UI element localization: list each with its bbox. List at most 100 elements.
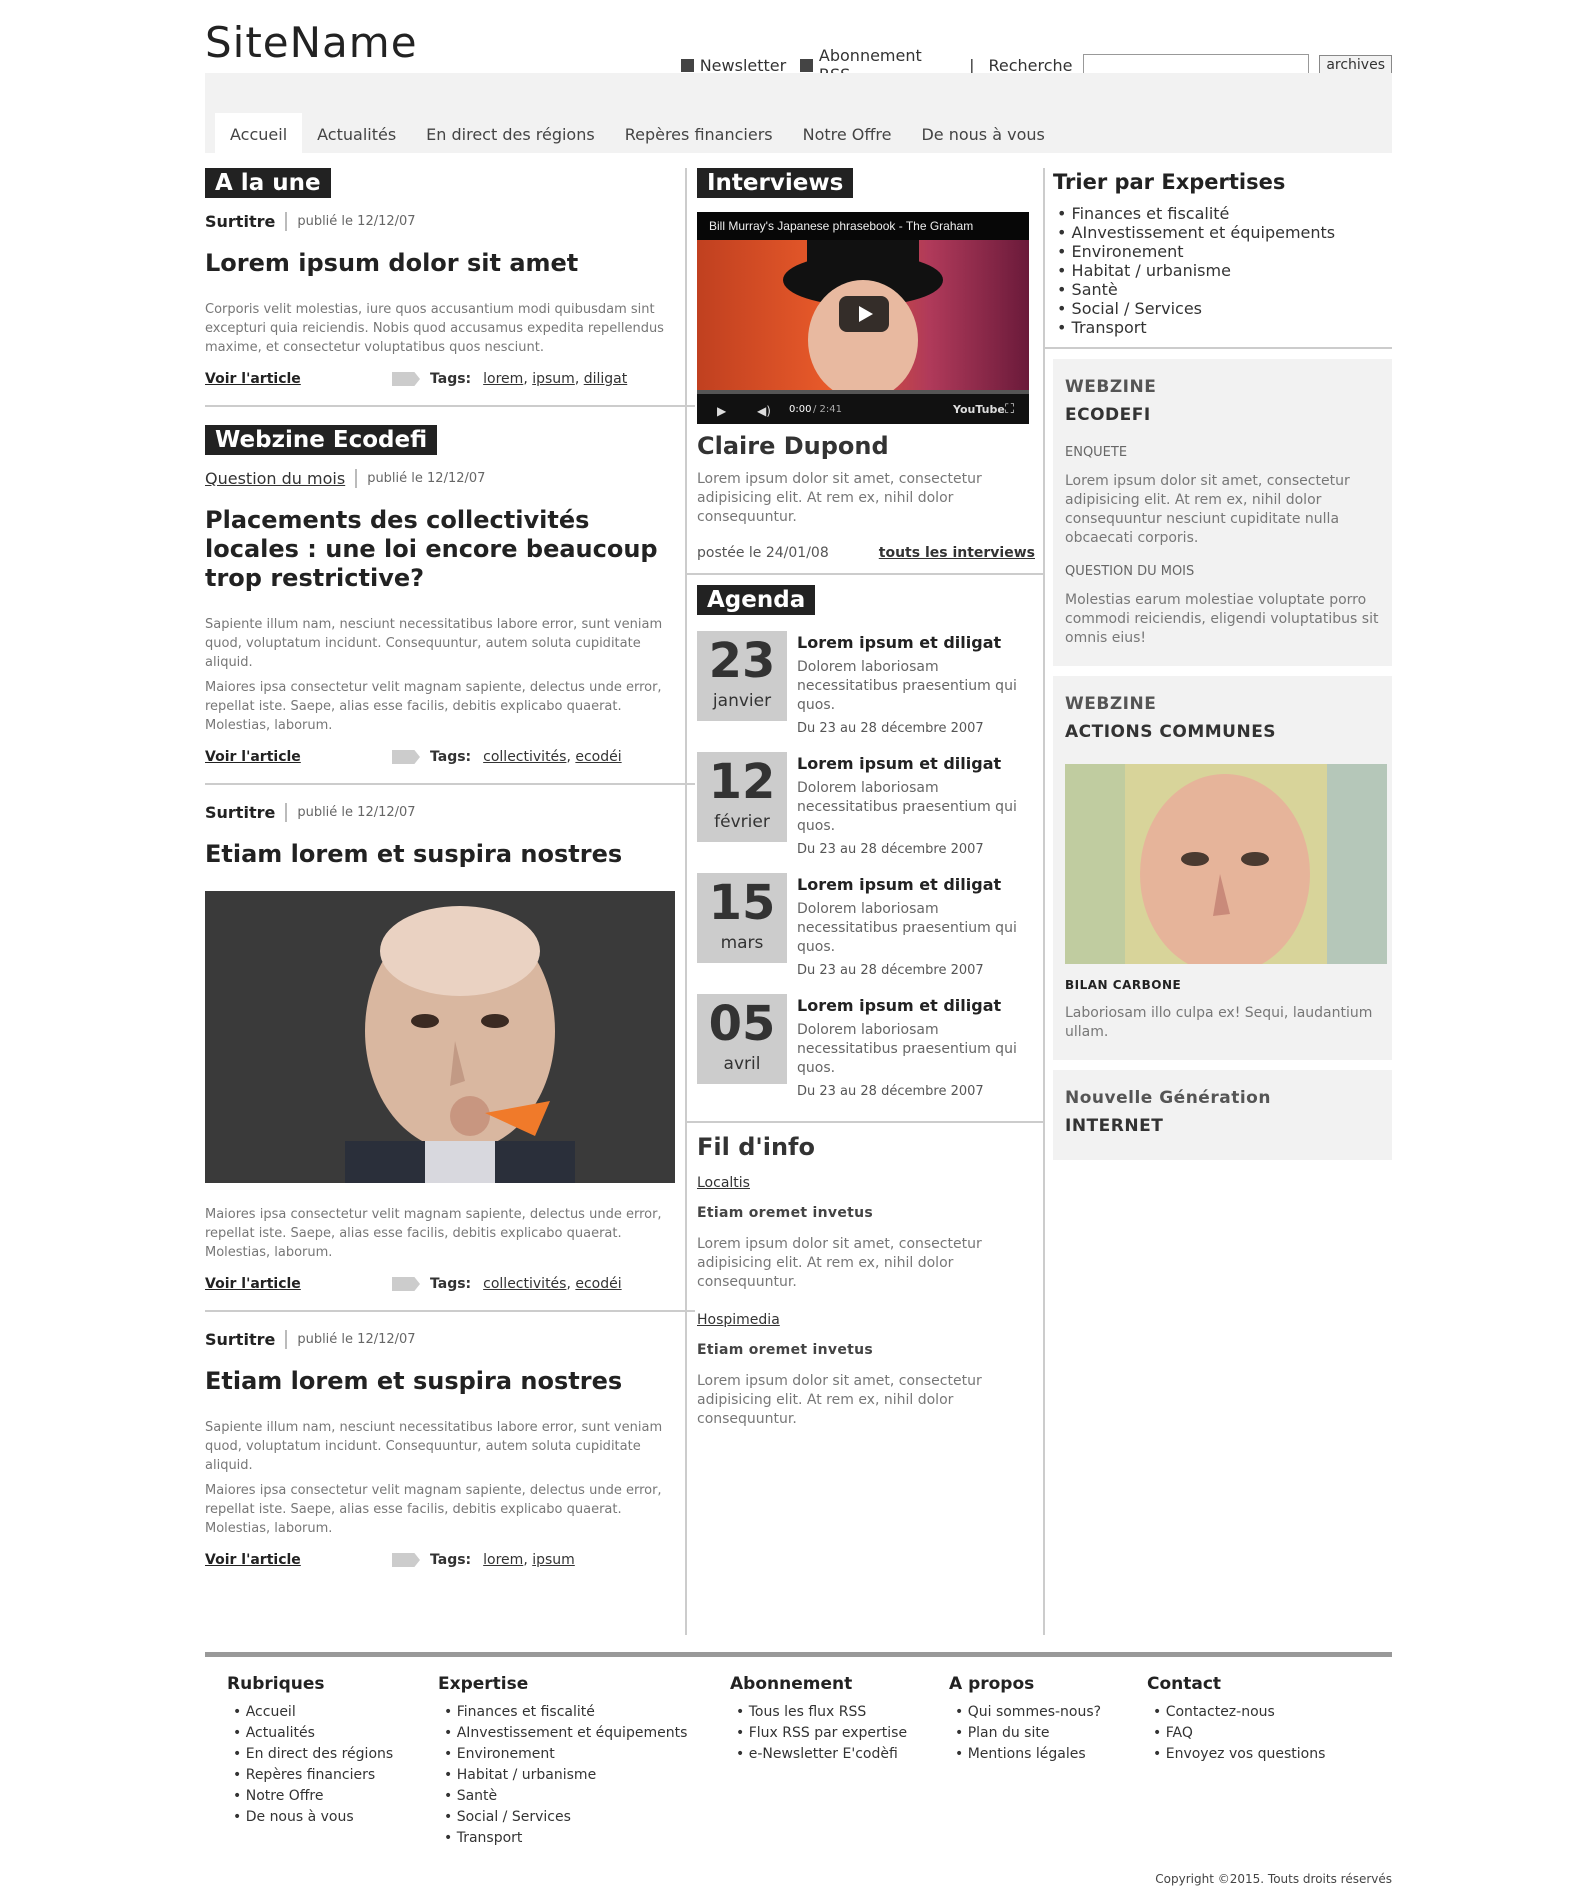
article-title[interactable]: Etiam lorem et suspira nostres <box>205 840 685 869</box>
article-title[interactable]: Lorem ipsum dolor sit amet <box>205 249 685 278</box>
archives-button[interactable]: archives <box>1319 55 1392 75</box>
expertise-item[interactable]: Social / Services <box>1057 299 1392 318</box>
box-heading[interactable]: ACTIONS COMMUNES <box>1065 718 1380 746</box>
question-du-mois-link[interactable]: Question du mois <box>205 469 358 488</box>
tag-link[interactable]: ecodéi <box>575 749 621 765</box>
tag-link[interactable]: ecodéi <box>575 1276 621 1292</box>
video-title[interactable]: Bill Murray's Japanese phrasebook - The … <box>697 212 1029 240</box>
nav-offre[interactable]: Notre Offre <box>788 113 907 153</box>
section-heading-agenda: Agenda <box>697 585 816 615</box>
agenda-dates: Du 23 au 28 décembre 2007 <box>797 721 984 736</box>
footer-link[interactable]: AInvestissement et équipements <box>444 1723 688 1744</box>
article-title[interactable]: Placements des collectivités locales : u… <box>205 506 685 593</box>
footer-link[interactable]: FAQ <box>1153 1723 1325 1744</box>
fil-item-title[interactable]: Etiam oremet invetus <box>697 1342 1035 1358</box>
footer-link[interactable]: Social / Services <box>444 1807 687 1828</box>
expertise-item[interactable]: Finances et fiscalité <box>1057 204 1392 223</box>
footer-link[interactable]: Envoyez vos questions <box>1153 1744 1326 1765</box>
section-heading-une: A la une <box>205 168 331 198</box>
footer-link[interactable]: Environement <box>444 1744 687 1765</box>
agenda-item[interactable]: 23 janvier Lorem ipsum et diligat Dolore… <box>697 631 1035 736</box>
expertise-item[interactable]: AInvestissement et équipements <box>1057 223 1392 242</box>
expertise-item[interactable]: Habitat / urbanisme <box>1057 261 1392 280</box>
expertise-item[interactable]: Environement <box>1057 242 1392 261</box>
agenda-dates: Du 23 au 28 décembre 2007 <box>797 963 984 978</box>
footer-link[interactable]: Flux RSS par expertise <box>736 1723 907 1744</box>
agenda-title[interactable]: Lorem ipsum et diligat <box>797 875 1035 894</box>
footer-link[interactable]: Santè <box>444 1786 687 1807</box>
play-icon[interactable]: ▶ <box>717 404 726 418</box>
tag-link[interactable]: lorem <box>483 371 523 387</box>
interview-name[interactable]: Claire Dupond <box>697 432 1035 460</box>
volume-icon[interactable]: ◀) <box>757 404 771 418</box>
footer-link[interactable]: Transport <box>444 1828 687 1849</box>
separator: | <box>969 55 975 75</box>
fil-item-body: Lorem ipsum dolor sit amet, consectetur … <box>697 1373 982 1427</box>
video-player[interactable]: Bill Murray's Japanese phrasebook - The … <box>697 212 1029 424</box>
tag-link[interactable]: collectivités <box>483 1276 566 1292</box>
video-duration: / 2:41 <box>813 404 843 415</box>
agenda-body: Dolorem laboriosam necessitatibus praese… <box>797 901 1017 955</box>
fil-source-link[interactable]: Localtis <box>697 1175 1035 1191</box>
video-controls: ▶ ◀) 0:00 / 2:41 YouTube ⛶ <box>697 390 1029 424</box>
agenda-title[interactable]: Lorem ipsum et diligat <box>797 633 1035 652</box>
expertises-list: Finances et fiscalité AInvestissement et… <box>1057 204 1392 337</box>
footer-link[interactable]: Actualités <box>233 1723 393 1744</box>
fil-source-link[interactable]: Hospimedia <box>697 1312 1035 1328</box>
read-article-link[interactable]: Voir l'article <box>205 749 392 765</box>
nav-accueil[interactable]: Accueil <box>215 113 303 153</box>
nouvelle-generation-box: Nouvelle Génération INTERNET <box>1053 1070 1392 1160</box>
agenda-date: 05 avril <box>697 994 787 1084</box>
box-heading[interactable]: INTERNET <box>1065 1112 1380 1140</box>
footer-link[interactable]: Plan du site <box>955 1723 1101 1744</box>
footer-link[interactable]: De nous à vous <box>233 1807 393 1828</box>
fullscreen-icon[interactable]: ⛶ <box>1005 402 1014 417</box>
webzine-ecodefi-box: WEBZINE ECODEFI ENQUETE Lorem ipsum dolo… <box>1053 359 1392 666</box>
agenda-dates: Du 23 au 28 décembre 2007 <box>797 842 984 857</box>
expertise-item[interactable]: Transport <box>1057 318 1392 337</box>
footer-link[interactable]: Accueil <box>233 1702 393 1723</box>
progress-bar[interactable] <box>697 390 1029 394</box>
article-footer: Voir l'article Tags: lorem, ipsum <box>205 1552 575 1568</box>
agenda-item[interactable]: 15 mars Lorem ipsum et diligat Dolorem l… <box>697 873 1035 978</box>
newsletter-link[interactable]: Newsletter <box>700 56 787 75</box>
agenda-item[interactable]: 12 février Lorem ipsum et diligat Dolore… <box>697 752 1035 857</box>
read-article-link[interactable]: Voir l'article <box>205 371 392 387</box>
tag-link[interactable]: collectivités <box>483 749 566 765</box>
nav-regions[interactable]: En direct des régions <box>411 113 610 153</box>
footer-column-expertise: Expertise Finances et fiscalité AInvesti… <box>438 1674 687 1849</box>
read-article-link[interactable]: Voir l'article <box>205 1276 392 1292</box>
agenda-title[interactable]: Lorem ipsum et diligat <box>797 996 1035 1015</box>
play-button[interactable] <box>839 296 889 332</box>
footer-link[interactable]: En direct des régions <box>233 1744 393 1765</box>
footer-link[interactable]: Notre Offre <box>233 1786 393 1807</box>
read-article-link[interactable]: Voir l'article <box>205 1552 392 1568</box>
nav-actualites[interactable]: Actualités <box>302 113 411 153</box>
footer-link[interactable]: e-Newsletter E'codèfi <box>736 1744 907 1765</box>
site-name[interactable]: SiteName <box>205 18 418 67</box>
footer-link[interactable]: Mentions légales <box>955 1744 1101 1765</box>
agenda-day: 23 <box>708 633 776 689</box>
expertise-item[interactable]: Santè <box>1057 280 1392 299</box>
article-title[interactable]: Etiam lorem et suspira nostres <box>205 1367 685 1396</box>
nav-de-nous[interactable]: De nous à vous <box>906 113 1059 153</box>
footer-link[interactable]: Contactez-nous <box>1153 1702 1325 1723</box>
nav-reperes[interactable]: Repères financiers <box>610 113 788 153</box>
box-heading[interactable]: ECODEFI <box>1065 401 1380 429</box>
footer-link[interactable]: Habitat / urbanisme <box>444 1765 687 1786</box>
agenda-item[interactable]: 05 avril Lorem ipsum et diligat Dolorem … <box>697 994 1035 1099</box>
section-heading-fil-info: Fil d'info <box>697 1133 815 1161</box>
all-interviews-link[interactable]: touts les interviews <box>879 545 1035 561</box>
tag-link[interactable]: ipsum <box>532 1552 575 1568</box>
footer-link[interactable]: Tous les flux RSS <box>736 1702 907 1723</box>
fil-item-title[interactable]: Etiam oremet invetus <box>697 1205 1035 1221</box>
tag-link[interactable]: lorem <box>483 1552 523 1568</box>
footer-link[interactable]: Repères financiers <box>233 1765 393 1786</box>
article-body: Maiores ipsa consectetur velit magnam sa… <box>205 1483 662 1536</box>
tag-link[interactable]: ipsum <box>532 371 575 387</box>
youtube-logo[interactable]: YouTube <box>953 403 1005 416</box>
tag-link[interactable]: diligat <box>584 371 628 387</box>
footer-link[interactable]: Qui sommes-nous? <box>955 1702 1101 1723</box>
footer-link[interactable]: Finances et fiscalité <box>444 1702 687 1723</box>
agenda-title[interactable]: Lorem ipsum et diligat <box>797 754 1035 773</box>
